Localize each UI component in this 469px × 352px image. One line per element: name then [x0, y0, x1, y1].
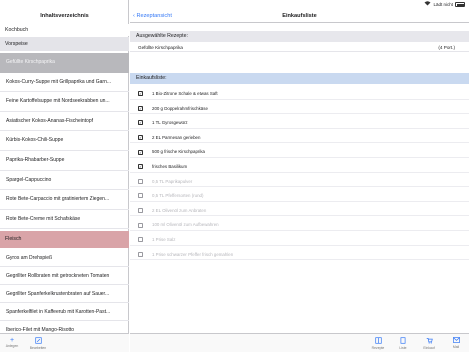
shopping-item-label: 1 Prise Salz — [152, 237, 176, 242]
add-recipe-button[interactable]: + Anlegen — [4, 337, 20, 348]
sidebar-recipe-item[interactable]: Feine Kartoffelsuppe mit Nordseekrabben … — [0, 92, 129, 112]
shopping-item-label: frisches Basilikum — [152, 164, 188, 169]
shopping-item-row[interactable]: ✓ 500 g frische Kirschpaprika — [130, 146, 469, 158]
document-icon — [395, 337, 411, 346]
page-title: Einkaufsliste — [282, 13, 317, 19]
shopping-item-row[interactable]: 0,5 TL Pfeffersorten (rund) — [130, 190, 469, 202]
selected-recipe-qty: (4 Port.) — [438, 45, 455, 50]
shopping-item-label: 200 g Doppelrahmfrischkäse — [152, 105, 208, 111]
unchecked-checkbox[interactable] — [138, 237, 143, 243]
edit-button[interactable]: Bearbeiten — [27, 337, 49, 350]
sidebar-recipe-item[interactable]: Gyros am Drehspieß — [0, 249, 129, 267]
shopping-item-row[interactable]: ✓ frisches Basilikum — [130, 161, 469, 173]
shopping-item-label: 100 ml Olivenöl zum Aufbewahren — [152, 222, 219, 228]
plus-icon: + — [9, 337, 15, 344]
unchecked-checkbox[interactable] — [138, 222, 143, 228]
sidebar-toolbar: + Anlegen Bearbeiten — [0, 333, 129, 352]
cookbook-header: Kochbuch — [0, 24, 129, 36]
sidebar: Inhaltsverzeichnis Kochbuch Vorspeise Ge… — [0, 0, 129, 352]
add-recipe-label: Anlegen — [5, 344, 19, 348]
shopping-item-row[interactable]: ✓ 1 TL Gyrosgewürz — [130, 117, 469, 129]
checked-checkbox[interactable]: ✓ — [138, 120, 143, 126]
sidebar-recipe-item[interactable]: Asiatischer Kokos-Ananas-Fischeintopf — [0, 112, 129, 132]
main-toolbar: Rezepte Liste Einkauf Mail — [130, 333, 469, 352]
shopping-item-row[interactable]: ✓ 2 EL Parmesan gerieben — [130, 132, 469, 144]
shopping-item-label: 2 EL Olivenöl zum Anbraten — [152, 207, 207, 213]
unchecked-checkbox[interactable] — [138, 207, 143, 213]
section-header-fleisch[interactable]: Fleisch — [0, 231, 129, 248]
selected-recipe-row[interactable]: Gefüllte Kirschpaprika (4 Port.) — [130, 43, 469, 52]
cart-tool-button[interactable]: Einkauf — [420, 337, 438, 350]
shopping-list-header: Einkaufsliste: — [130, 73, 469, 84]
recipes-tool-label: Rezepte — [371, 346, 385, 350]
edit-label: Bearbeiten — [29, 346, 47, 350]
sidebar-recipe-item[interactable]: Rote Bete-Creme mit Schafskäse — [0, 210, 129, 230]
shopping-item-label: 1 Bio-Zitrone Schale & etwas Saft — [152, 91, 218, 96]
navbar: ‹ Rezeptansicht Einkaufsliste — [130, 9, 469, 23]
shopping-item-label: 2 EL Parmesan gerieben — [152, 134, 201, 140]
battery-icon — [455, 2, 465, 7]
selected-recipe-name: Gefüllte Kirschpaprika — [138, 45, 183, 50]
recipes-tool-button[interactable]: Rezepte — [367, 337, 389, 350]
shopping-item-label: 1 Prise schwarzer Pfeffer frisch gemahle… — [152, 251, 234, 257]
sidebar-recipe-item[interactable]: Rote Bete-Carpaccio mit gratiniertem Zie… — [0, 190, 129, 210]
shopping-item-row[interactable]: 100 ml Olivenöl zum Aufbewahren — [130, 219, 469, 231]
sidebar-recipe-item[interactable]: Paprika-Rhabarber-Suppe — [0, 151, 129, 171]
shopping-item-row[interactable]: 0,5 TL Paprikapulver — [130, 176, 469, 188]
chevron-left-icon: ‹ — [133, 13, 135, 19]
sidebar-recipe-item[interactable]: Kürbis-Kokos-Chili-Suppe — [0, 131, 129, 151]
checked-checkbox[interactable]: ✓ — [138, 91, 143, 97]
cart-tool-label: Einkauf — [423, 346, 435, 350]
shopping-item-row[interactable]: 2 EL Olivenöl zum Anbraten — [130, 205, 469, 217]
checked-checkbox[interactable]: ✓ — [138, 105, 143, 111]
shopping-item-row[interactable]: 1 Prise Salz — [130, 234, 469, 246]
cart-icon — [420, 337, 438, 346]
status-right: Lädt nicht — [424, 0, 465, 9]
shopping-item-label: 1 TL Gyrosgewürz — [152, 120, 188, 126]
sidebar-recipe-item[interactable]: Spanferkelfilet in Kaffeerub mit Karotte… — [0, 303, 129, 321]
back-button[interactable]: ‹ Rezeptansicht — [133, 9, 172, 23]
mail-tool-label: Mail — [452, 345, 460, 349]
checked-checkbox[interactable]: ✓ — [138, 134, 143, 140]
mail-icon — [448, 337, 464, 345]
shopping-item-row[interactable]: 1 Prise schwarzer Pfeffer frisch gemahle… — [130, 249, 469, 261]
sidebar-title: Inhaltsverzeichnis — [40, 13, 89, 19]
sidebar-recipe-item[interactable]: Kokos-Curry-Suppe mit Grillpaprika und G… — [0, 73, 129, 93]
edit-icon — [27, 337, 49, 346]
checked-checkbox[interactable]: ✓ — [138, 149, 143, 155]
list-tool-label: Liste — [399, 346, 407, 350]
shopping-item-label: 500 g frische Kirschpaprika — [152, 149, 205, 155]
shopping-item-label: 0,5 TL Pfeffersorten (rund) — [152, 193, 204, 199]
checked-checkbox[interactable]: ✓ — [138, 164, 143, 170]
unchecked-checkbox[interactable] — [138, 251, 143, 257]
sidebar-recipe-item[interactable]: Spargel-Cappuccino — [0, 171, 129, 191]
unchecked-checkbox[interactable] — [138, 178, 143, 184]
shopping-item-row[interactable]: ✓ 1 Bio-Zitrone Schale & etwas Saft — [130, 88, 469, 100]
shopping-item-label: 0,5 TL Paprikapulver — [152, 178, 193, 184]
sidebar-recipe-item[interactable]: Gegrillter Spanferkelkrustenbraten auf S… — [0, 285, 129, 303]
list-tool-button[interactable]: Liste — [395, 337, 411, 350]
sidebar-recipe-item[interactable]: Gefüllte Kirschpaprika — [0, 53, 129, 73]
section-header-vorspeise[interactable]: Vorspeise — [0, 37, 129, 51]
unchecked-checkbox[interactable] — [138, 193, 143, 199]
selected-recipes-header: Ausgewählte Rezepte: — [130, 31, 469, 42]
shopping-item-row[interactable]: ✓ 200 g Doppelrahmfrischkäse — [130, 103, 469, 115]
mail-tool-button[interactable]: Mail — [448, 337, 464, 349]
sidebar-recipe-item[interactable]: Gegrillter Rollbraten mit getrockneten T… — [0, 267, 129, 285]
battery-label: Lädt nicht — [433, 2, 453, 7]
book-icon — [367, 337, 389, 346]
wifi-icon — [424, 0, 431, 9]
back-label: Rezeptansicht — [136, 13, 172, 19]
